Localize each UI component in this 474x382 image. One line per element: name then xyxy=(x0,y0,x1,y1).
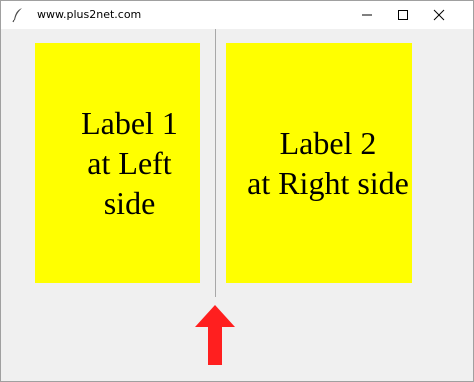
left-pane-label: Label 1 at Left side xyxy=(35,43,200,283)
title-bar[interactable]: www.plus2net.com xyxy=(1,1,473,29)
maximize-icon xyxy=(398,10,408,20)
maximize-button[interactable] xyxy=(385,1,421,29)
right-label-text: Label 2 at Right side xyxy=(247,125,409,201)
up-arrow-icon xyxy=(195,305,235,365)
minimize-button[interactable] xyxy=(349,1,385,29)
window-title: www.plus2net.com xyxy=(37,8,142,21)
right-pane-label: Label 2 at Right side xyxy=(226,43,412,283)
feather-icon xyxy=(11,7,25,23)
left-label-text: Label 1 at Left side xyxy=(81,105,178,221)
minimize-icon xyxy=(362,14,372,16)
paned-window-sash[interactable] xyxy=(215,29,216,297)
close-icon xyxy=(433,9,445,21)
close-button[interactable] xyxy=(421,1,457,29)
app-window: www.plus2net.com Label 1 at Left side La… xyxy=(0,0,474,382)
